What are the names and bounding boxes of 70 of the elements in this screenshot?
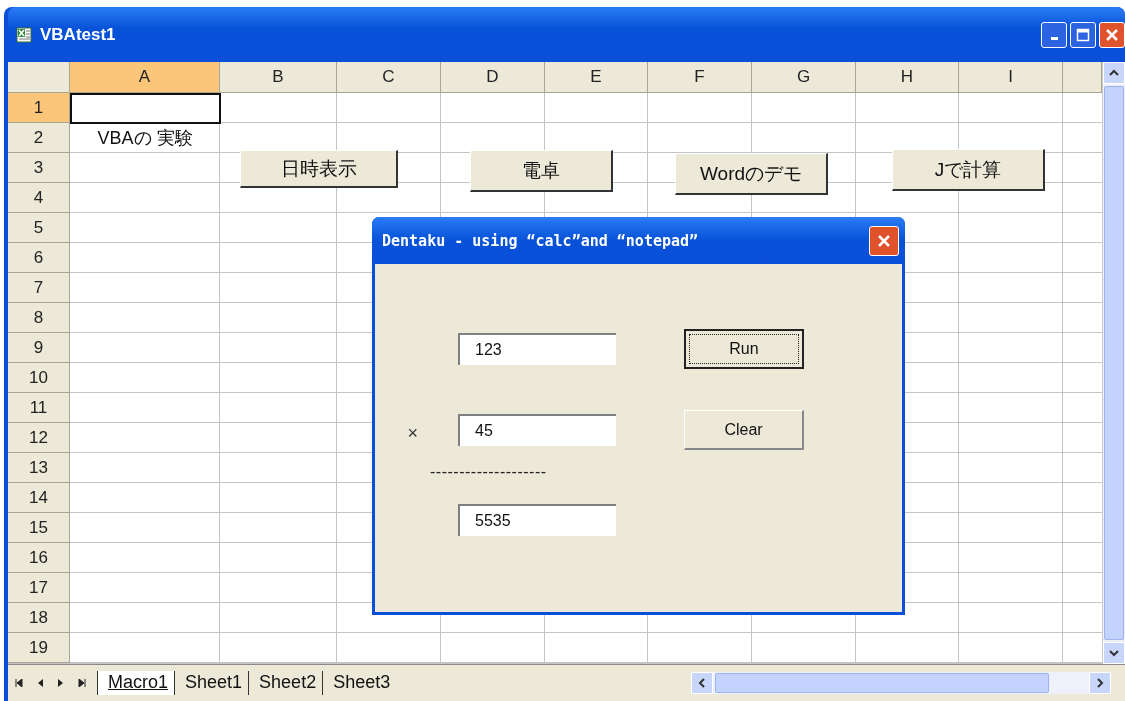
run-button[interactable]: Run [684,329,804,369]
active-cell[interactable] [70,93,221,124]
macro-button[interactable]: 電卓 [470,150,613,192]
row-header[interactable]: 5 [8,213,70,243]
column-header[interactable]: F [648,62,752,93]
sheet-tab[interactable]: Sheet3 [322,671,397,695]
maximize-icon [1076,27,1090,42]
row-header[interactable]: 1 [8,93,70,123]
vertical-scrollbar[interactable] [1102,62,1125,664]
last-sheet-button[interactable] [75,676,89,690]
input-field[interactable]: 45 [458,414,616,446]
scroll-left-button[interactable] [691,672,713,694]
close-button[interactable] [1099,21,1125,48]
close-icon [1105,27,1119,42]
macro-button[interactable]: Wordのデモ [675,153,828,195]
row-header[interactable]: 6 [8,243,70,273]
sheet-tab[interactable]: Sheet1 [174,671,249,695]
separator-label: -------------------- [430,463,547,481]
macro-button[interactable]: 日時表示 [240,150,398,188]
right-arrow-icon [58,679,64,687]
horizontal-scrollbar[interactable] [691,672,1111,694]
scroll-thumb[interactable] [715,673,1049,693]
sheet-tab[interactable]: Macro1 [97,671,175,695]
column-header[interactable]: I [959,62,1063,93]
close-icon [877,233,891,248]
column-header[interactable]: H [856,62,959,93]
cell-text: VBAの 実験 [97,127,193,150]
row-header[interactable]: 18 [8,603,70,633]
window-title: VBAtest1 [40,24,117,45]
row-header[interactable]: 15 [8,513,70,543]
column-header[interactable]: B [220,62,337,93]
result-field[interactable]: 5535 [458,504,616,536]
input-field[interactable]: 123 [458,333,616,365]
row-header[interactable]: 4 [8,183,70,213]
row-header[interactable]: 7 [8,273,70,303]
row-header[interactable]: 2 [8,123,70,153]
close-button[interactable] [869,225,899,256]
row-header[interactable]: 10 [8,363,70,393]
last-arrow-icon [78,679,86,687]
row-header[interactable]: 8 [8,303,70,333]
scroll-down-button[interactable] [1103,642,1125,664]
row-header[interactable]: 19 [8,633,70,663]
scroll-right-button[interactable] [1089,672,1111,694]
sheet-tab[interactable]: Sheet2 [248,671,323,695]
clear-button[interactable]: Clear [684,410,804,450]
minimize-icon [1050,37,1058,40]
first-arrow-icon [15,679,23,687]
row-header[interactable]: 16 [8,543,70,573]
column-header[interactable]: D [441,62,545,93]
macro-button[interactable]: Jで計算 [892,149,1045,191]
row-header[interactable]: 11 [8,393,70,423]
dialog-title: Dentaku - using “calc”and “notepad” [382,231,700,250]
column-header[interactable]: E [545,62,648,93]
maximize-button[interactable] [1070,21,1096,48]
minimize-button[interactable] [1041,21,1067,48]
row-header[interactable]: 13 [8,453,70,483]
scroll-up-button[interactable] [1103,62,1125,84]
scroll-thumb[interactable] [1104,86,1124,640]
row-header[interactable]: 17 [8,573,70,603]
column-header[interactable]: C [337,62,441,93]
column-header[interactable]: A [70,62,220,93]
row-header[interactable]: 14 [8,483,70,513]
first-sheet-button[interactable] [12,676,26,690]
row-header[interactable]: 12 [8,423,70,453]
left-arrow-icon [37,679,43,687]
operator-label: × [407,422,418,444]
spreadsheet-icon [16,26,32,43]
row-header[interactable]: 9 [8,333,70,363]
column-header[interactable]: G [752,62,856,93]
row-header[interactable]: 3 [8,153,70,183]
